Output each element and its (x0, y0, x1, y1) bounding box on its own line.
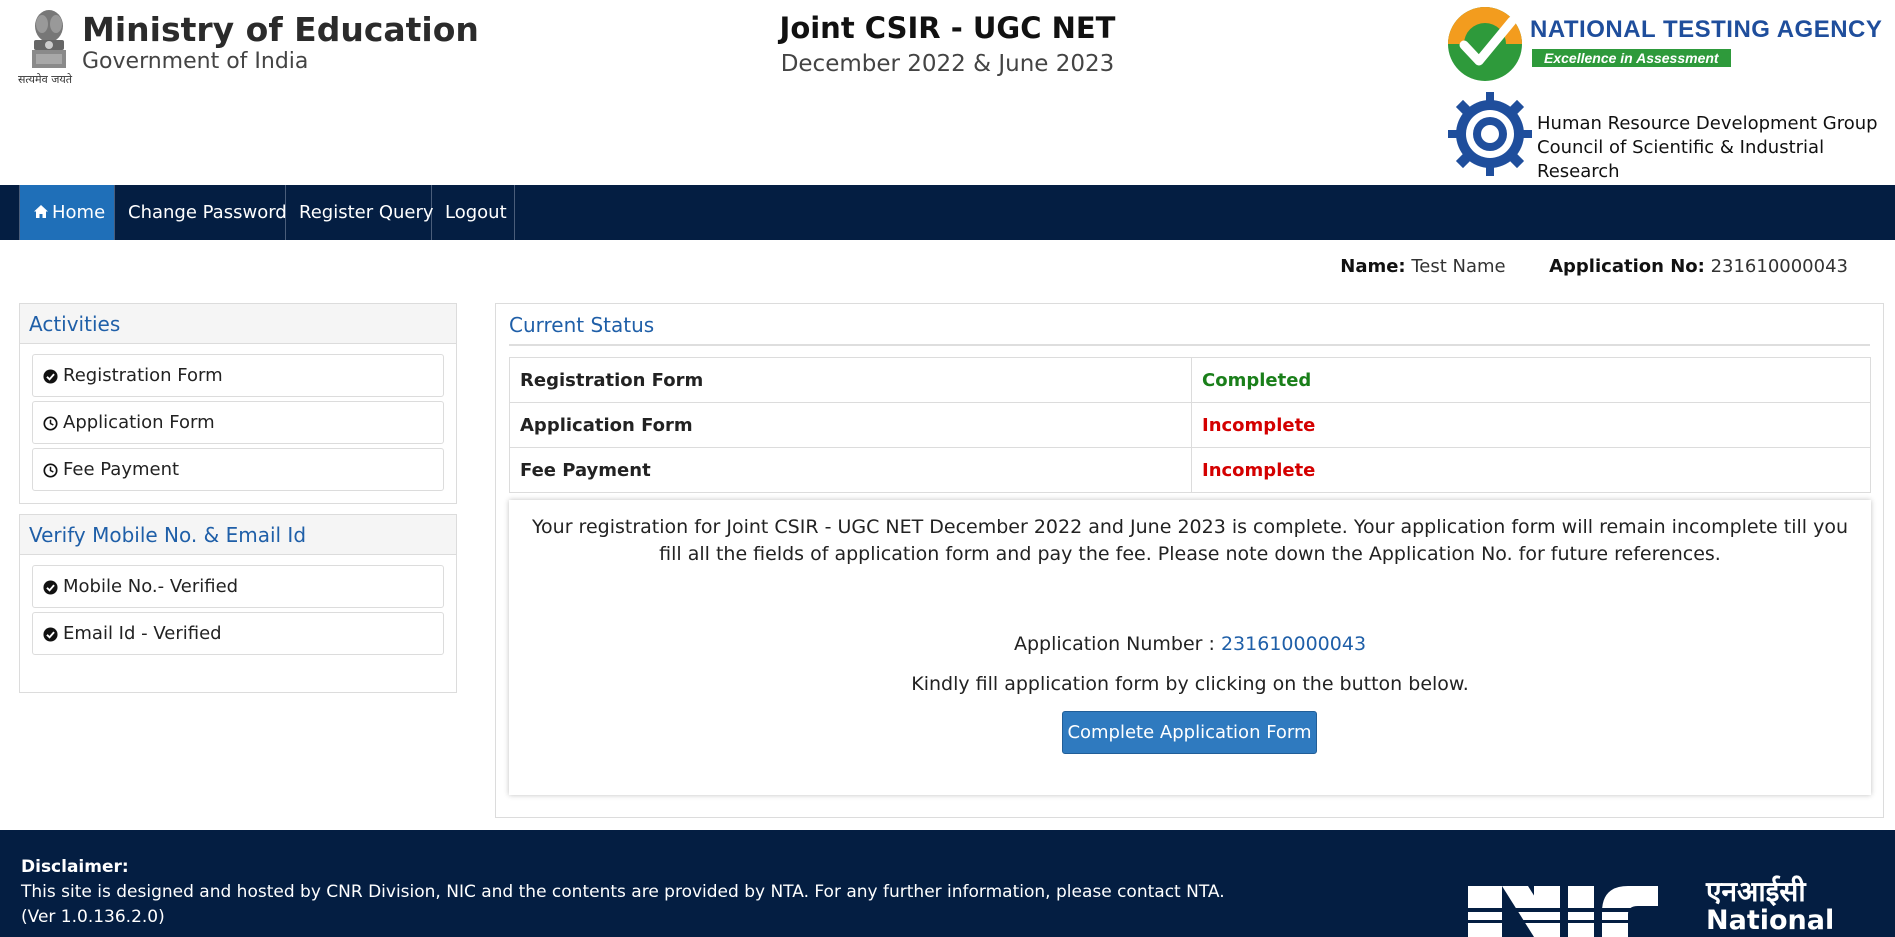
table-row: Fee Payment Incomplete (509, 447, 1871, 493)
instruction-text: Kindly fill application form by clicking… (911, 673, 1469, 695)
activity-label: Application Form (63, 412, 215, 433)
activity-fee-payment[interactable]: Fee Payment (32, 448, 444, 491)
nav-register-query[interactable]: Register Query (286, 185, 434, 240)
home-icon (34, 204, 48, 218)
user-info: Name: Test Name Application No: 23161000… (1340, 256, 1848, 277)
activities-title: Activities (20, 304, 456, 344)
nta-name: NATIONAL TESTING AGENCY (1530, 16, 1883, 43)
status-label: Registration Form (509, 357, 1192, 403)
name-label: Name: (1340, 256, 1406, 277)
nav-logout[interactable]: Logout (432, 185, 515, 240)
csir-line2: Council of Scientific & Industrial Resea… (1537, 137, 1825, 182)
registration-message: Your registration for Joint CSIR - UGC N… (531, 516, 1849, 565)
activity-application-form[interactable]: Application Form (32, 401, 444, 444)
main-navbar: Home Change Password Register Query Logo… (0, 185, 1895, 240)
table-row: Registration Form Completed (509, 357, 1871, 403)
application-number-line: Application Number : 231610000043 (509, 633, 1871, 655)
nic-logo-icon (1468, 886, 1658, 937)
nav-home-label: Home (52, 202, 106, 223)
nav-home[interactable]: Home (19, 185, 115, 240)
activity-label: Registration Form (63, 365, 223, 386)
verify-panel: Verify Mobile No. & Email Id Mobile No.-… (19, 514, 457, 693)
status-value: Incomplete (1191, 447, 1871, 493)
disclaimer-title: Disclaimer: (21, 857, 129, 877)
info-box: Your registration for Joint CSIR - UGC N… (509, 500, 1871, 795)
title-divider (509, 344, 1870, 346)
status-value: Completed (1191, 357, 1871, 403)
verify-label: Mobile No.- Verified (63, 576, 239, 597)
complete-application-form-button[interactable]: Complete Application Form (1062, 711, 1317, 754)
verify-label: Email Id - Verified (63, 623, 222, 644)
verify-title: Verify Mobile No. & Email Id (20, 515, 456, 555)
application-no-value: 231610000043 (1710, 256, 1848, 277)
current-status-title: Current Status (509, 313, 655, 337)
csir-logo-icon (1448, 92, 1532, 176)
application-number-label: Application Number : (1013, 633, 1215, 655)
disclaimer-text: This site is designed and hosted by CNR … (21, 882, 1225, 927)
application-no-label: Application No: (1549, 256, 1705, 277)
nta-tagline: Excellence in Assessment (1532, 49, 1731, 67)
name-value: Test Name (1411, 256, 1506, 277)
page-header: सत्यमेव जयते Ministry of Education Gover… (0, 0, 1895, 185)
csir-line1: Human Resource Development Group (1537, 113, 1878, 134)
nav-change-password[interactable]: Change Password (115, 185, 287, 240)
nic-english-name: National (1706, 905, 1835, 936)
nta-logo-icon (1448, 7, 1522, 81)
csir-text: Human Resource Development Group Council… (1537, 112, 1895, 184)
activity-label: Fee Payment (63, 459, 180, 480)
current-status-panel: Current Status Registration Form Complet… (495, 303, 1884, 818)
check-circle-icon (43, 626, 58, 642)
check-circle-icon (43, 368, 58, 384)
page-footer: Disclaimer: This site is designed and ho… (0, 830, 1895, 937)
status-table: Registration Form Completed Application … (509, 357, 1871, 493)
verify-email-item: Email Id - Verified (32, 612, 444, 655)
clock-icon (43, 415, 58, 431)
clock-icon (43, 462, 58, 478)
application-number-value: 231610000043 (1220, 633, 1367, 655)
status-value: Incomplete (1191, 402, 1871, 448)
status-label: Fee Payment (509, 447, 1192, 493)
table-row: Application Form Incomplete (509, 402, 1871, 448)
activities-panel: Activities Registration Form Application… (19, 303, 457, 504)
status-label: Application Form (509, 402, 1192, 448)
activity-registration-form[interactable]: Registration Form (32, 354, 444, 397)
check-circle-icon (43, 579, 58, 595)
verify-mobile-item: Mobile No.- Verified (32, 565, 444, 608)
